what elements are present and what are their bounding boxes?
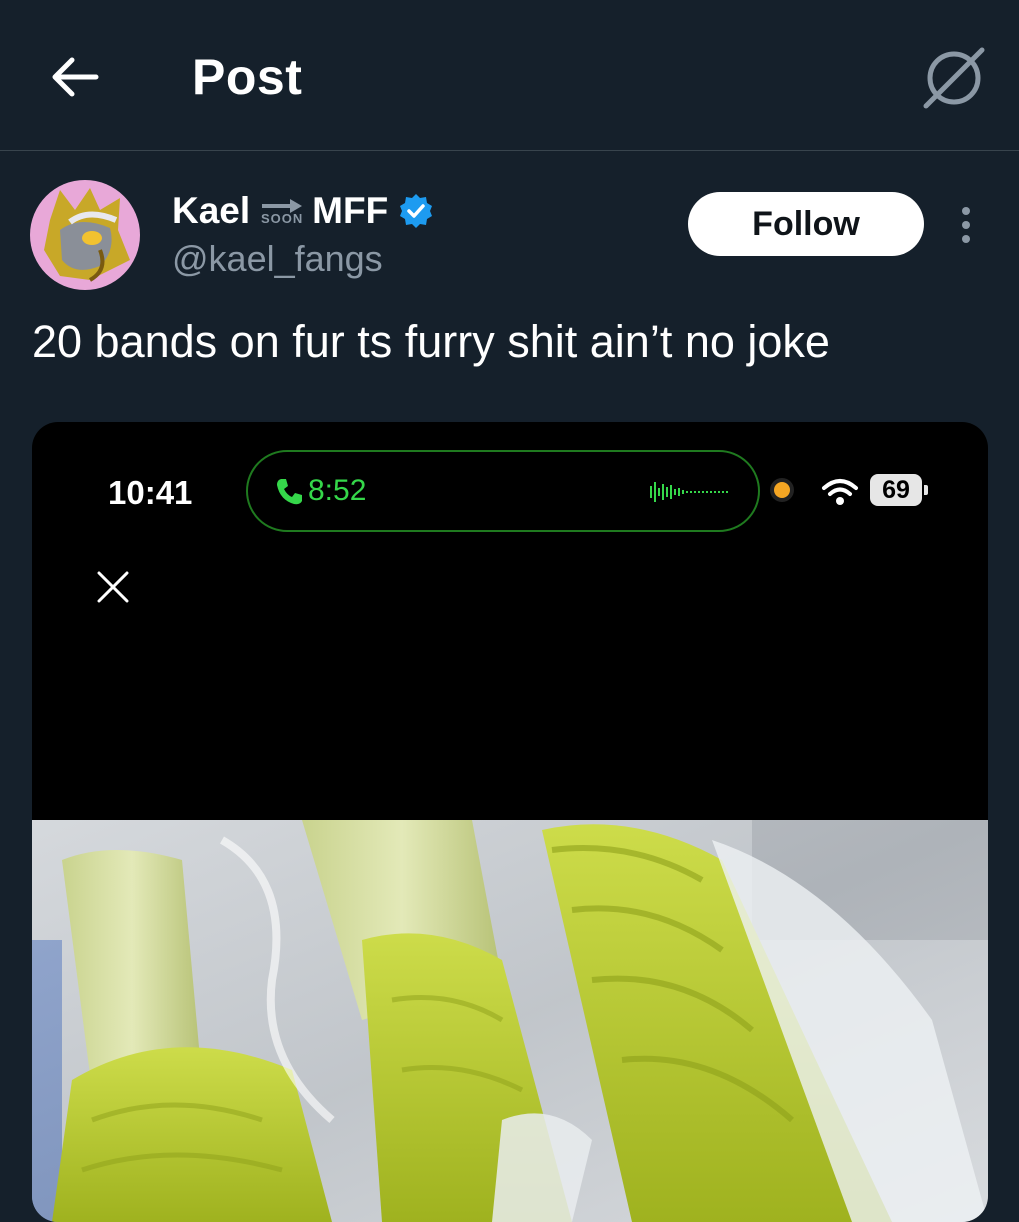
author-name-part1: Kael [172, 190, 251, 231]
avatar[interactable] [30, 180, 140, 290]
avatar-image [30, 180, 140, 290]
fur-photo [32, 820, 988, 1222]
status-bar-time: 10:41 [108, 474, 193, 511]
privacy-indicator-dot [774, 482, 790, 498]
battery-level: 69 [870, 474, 922, 506]
call-pill: 8:52 [246, 450, 760, 532]
page-title: Post [192, 49, 303, 105]
arrow-left-icon[interactable] [48, 50, 102, 104]
author-name[interactable]: Kael SOON MFF [172, 190, 434, 232]
follow-button[interactable]: Follow [688, 192, 924, 256]
more-options-icon[interactable] [954, 205, 978, 245]
wifi-icon [822, 479, 858, 505]
top-bar: Post [0, 0, 1019, 151]
soon-arrow: SOON [260, 198, 304, 225]
tweet-text: 20 bands on fur ts furry shit ain’t no j… [32, 316, 830, 367]
soon-label: SOON [261, 210, 304, 226]
battery-indicator: 69 [870, 474, 930, 508]
close-icon [97, 571, 129, 603]
battery-tip [924, 485, 928, 495]
author-name-part2: MFF [312, 190, 389, 231]
post-media[interactable]: 10:41 8:52 69 [32, 422, 988, 1222]
audio-wave-icon [650, 482, 728, 502]
author-handle[interactable]: @kael_fangs [172, 238, 383, 280]
call-duration: 8:52 [308, 474, 367, 507]
phone-icon [277, 479, 302, 505]
grok-icon[interactable] [920, 42, 988, 110]
verified-badge-icon [400, 194, 433, 228]
